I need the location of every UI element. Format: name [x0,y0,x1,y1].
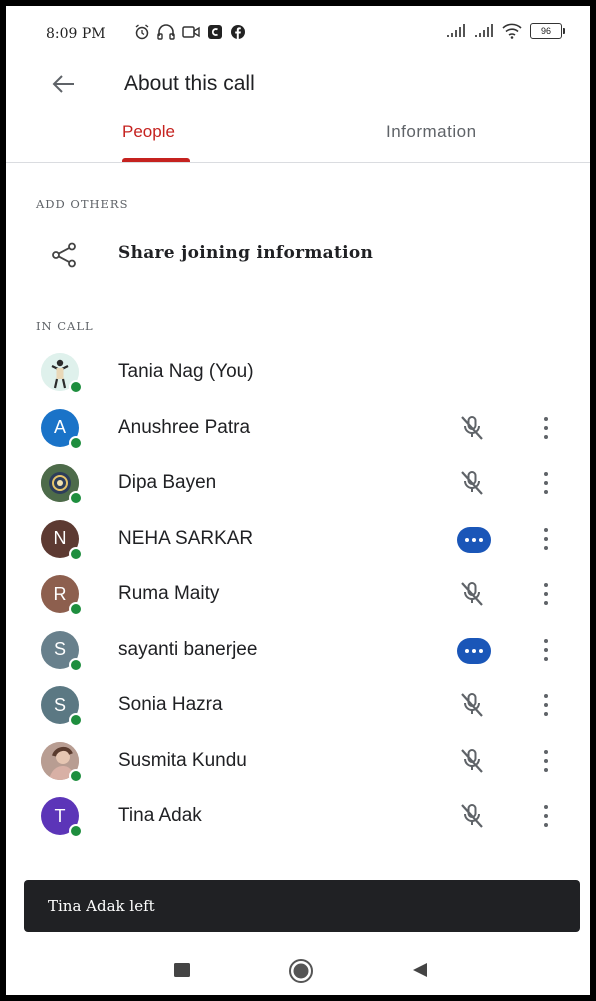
status-system-icons: 96 [446,23,565,39]
online-status-dot [69,380,83,394]
avatar: R [41,575,83,616]
avatar-initial: A [53,417,66,437]
share-joining-info-button[interactable]: Share joining information [6,226,590,282]
battery-icon: 96 [530,23,565,39]
mic-off-icon [461,415,483,440]
speaking-indicator-icon [457,526,491,553]
participant-name: Dipa Bayen [118,472,217,493]
more-options-icon[interactable] [536,527,556,550]
status-bar: 8:09 PM 96 [6,6,590,60]
mic-off-icon [461,471,483,495]
online-status-dot [69,546,83,561]
system-nav-bar [6,943,590,995]
more-options-icon[interactable] [536,638,556,661]
snackbar-text: Tina Adak left [48,897,155,915]
tab-bar: People Information [6,114,590,163]
back-button[interactable] [48,68,80,100]
tab-people[interactable]: People [122,122,175,142]
avatar: A [41,408,83,450]
participant-row[interactable]: Dipa Bayen [6,455,590,510]
app-bar: About this call [6,60,590,108]
share-label: Share joining information [118,243,374,263]
mic-off-icon [461,582,483,606]
participant-name: Ruma Maity [118,583,220,604]
add-others-heading: ADD OTHERS [36,197,129,211]
mic-off-icon [461,693,483,717]
online-status-dot [69,435,83,450]
speaking-indicator-icon [457,637,491,664]
avatar [41,741,83,783]
participant-name: Sonia Hazra [118,694,223,715]
participant-row[interactable]: R Ruma Maity [6,566,590,621]
online-status-dot [69,768,83,783]
tab-information[interactable]: Information [386,122,477,142]
avatar-initial: T [54,805,66,826]
home-circle-icon[interactable] [288,958,314,984]
status-notification-icons [134,24,246,40]
more-options-icon[interactable] [536,805,556,827]
participant-row[interactable]: Susmita Kundu [6,733,590,788]
more-options-icon[interactable] [536,583,556,605]
avatar-initial: S [53,639,66,659]
participant-row[interactable]: S Sonia Hazra [6,677,590,732]
avatar: T [41,797,83,838]
mic-off-icon [461,804,483,828]
avatar [41,353,83,394]
more-options-icon[interactable] [536,749,556,772]
more-options-icon[interactable] [536,694,556,716]
participant-row[interactable]: Tania Nag (You) [6,344,590,399]
snackbar: Tina Adak left [24,880,580,932]
more-options-icon[interactable] [536,416,556,439]
participant-row[interactable]: Ssayanti banerjee [6,622,590,677]
screen: 8:09 PM 96 About this call People Inform… [6,6,590,995]
status-time: 8:09 PM [46,26,106,42]
signal-icon [475,24,493,37]
share-icon [52,242,76,268]
avatar-initial: S [53,694,66,715]
participant-name: sayanti banerjee [118,638,258,660]
page-title: About this call [124,72,255,95]
online-status-dot [69,713,83,727]
app-icon [208,25,222,39]
online-status-dot [69,491,83,505]
avatar: S [41,686,83,727]
more-options-icon[interactable] [536,472,556,494]
headphones-icon [157,24,175,40]
back-triangle-icon[interactable] [412,962,428,978]
participant-row[interactable]: N NEHA SARKAR [6,511,590,566]
facebook-icon [231,25,245,39]
wifi-icon [502,23,522,39]
avatar [41,464,83,505]
tab-indicator [122,158,190,162]
online-status-dot [69,824,83,838]
online-status-dot [69,657,83,672]
participant-name: Tania Nag (You) [118,361,254,382]
recents-square-icon[interactable] [174,963,190,977]
avatar-initial: R [53,583,67,604]
in-call-heading: IN CALL [36,319,94,333]
avatar-initial: N [53,528,67,548]
avatar: N [41,519,83,561]
video-icon [182,26,200,38]
online-status-dot [69,602,83,616]
avatar: S [41,630,83,672]
participant-row[interactable]: A Anushree Patra [6,400,590,455]
participant-name: Susmita Kundu [118,749,247,771]
signal-icon [447,24,465,37]
arrow-left-icon [52,75,74,93]
participant-row[interactable]: T Tina Adak [6,788,590,843]
participant-name: Tina Adak [118,805,202,826]
alarm-icon [135,24,149,40]
mic-off-icon [461,748,483,773]
participant-name: Anushree Patra [118,416,251,438]
participant-name: NEHA SARKAR [118,527,254,549]
